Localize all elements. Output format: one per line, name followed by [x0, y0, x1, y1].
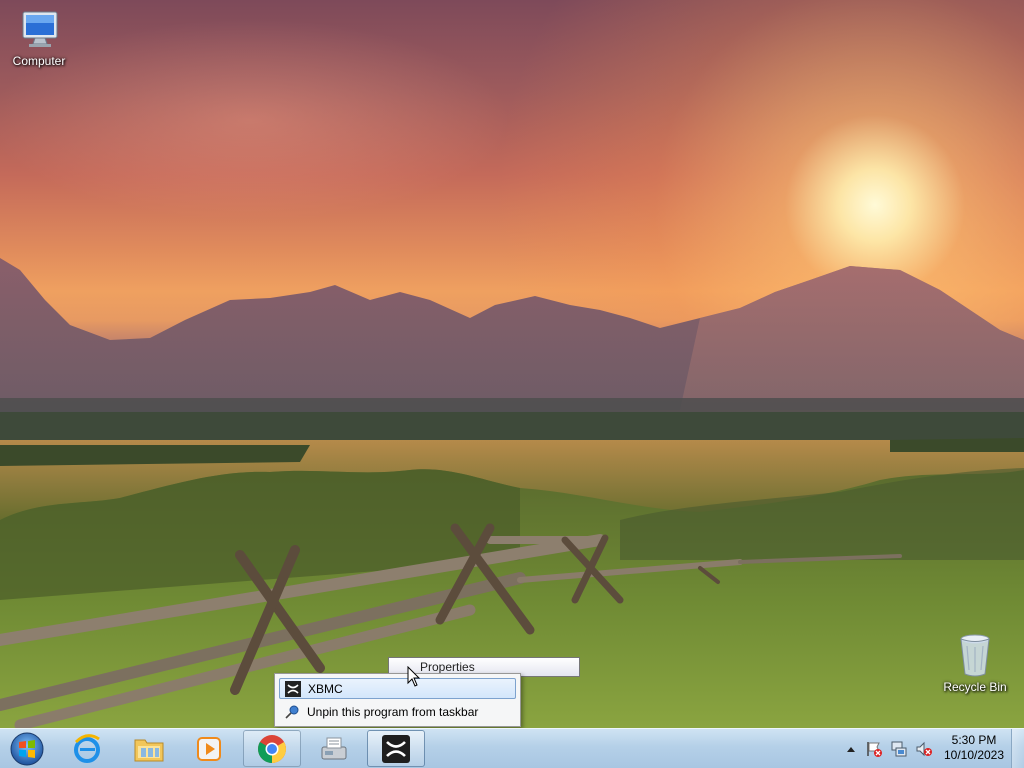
- internet-explorer-icon: [74, 733, 100, 763]
- clock-date: 10/10/2023: [943, 748, 1005, 762]
- clock-time: 5:30 PM: [951, 733, 997, 747]
- file-explorer-icon: [134, 739, 164, 761]
- tooltip-label: Properties: [420, 660, 475, 674]
- show-hidden-icons-chevron[interactable]: [842, 740, 860, 758]
- taskbar-button-media-player[interactable]: [180, 730, 238, 767]
- computer-icon-label: Computer: [12, 54, 66, 68]
- network-icon[interactable]: [890, 740, 908, 758]
- mouse-cursor-icon: [407, 666, 421, 687]
- action-center-flag-icon[interactable]: [865, 740, 883, 758]
- taskbar-jump-list: XBMC Unpin this program from taskbar: [274, 673, 521, 727]
- jumplist-item-xbmc[interactable]: XBMC: [279, 678, 516, 699]
- taskbar-button-internet-explorer[interactable]: [58, 730, 116, 767]
- fax-printer-icon: [321, 737, 347, 759]
- volume-muted-icon[interactable]: [915, 740, 933, 758]
- start-button[interactable]: [5, 731, 49, 767]
- chrome-icon: [258, 734, 286, 763]
- taskbar-button-file-explorer[interactable]: [120, 730, 178, 767]
- jumplist-item-label: XBMC: [308, 681, 343, 696]
- computer-icon: [22, 11, 58, 47]
- media-player-icon: [197, 736, 221, 761]
- windows-start-orb-icon: [10, 732, 44, 766]
- taskbar-button-chrome[interactable]: [243, 730, 301, 767]
- jumplist-item-label: Unpin this program from taskbar: [307, 704, 479, 719]
- desktop[interactable]: Computer Recycle Bin Properties XBMC Unp…: [0, 0, 1024, 728]
- desktop-icon-recycle-bin[interactable]: Recycle Bin: [937, 632, 1013, 694]
- jumplist-item-unpin[interactable]: Unpin this program from taskbar: [279, 701, 516, 722]
- taskbar-button-xbmc[interactable]: [367, 730, 425, 767]
- desktop-icon-computer[interactable]: Computer: [1, 8, 77, 68]
- taskbar: 5:30 PM 10/10/2023: [0, 728, 1024, 768]
- xbmc-icon: [285, 680, 301, 697]
- taskbar-clock[interactable]: 5:30 PM 10/10/2023: [936, 733, 1012, 763]
- wallpaper-landscape: [0, 258, 1024, 728]
- xbmc-icon: [382, 734, 410, 763]
- unpin-icon: [284, 704, 300, 720]
- recycle-bin-icon: [960, 634, 990, 677]
- taskbar-button-fax-printer[interactable]: [305, 730, 363, 767]
- show-desktop-button[interactable]: [1011, 729, 1024, 768]
- recycle-bin-icon-label: Recycle Bin: [943, 680, 1007, 694]
